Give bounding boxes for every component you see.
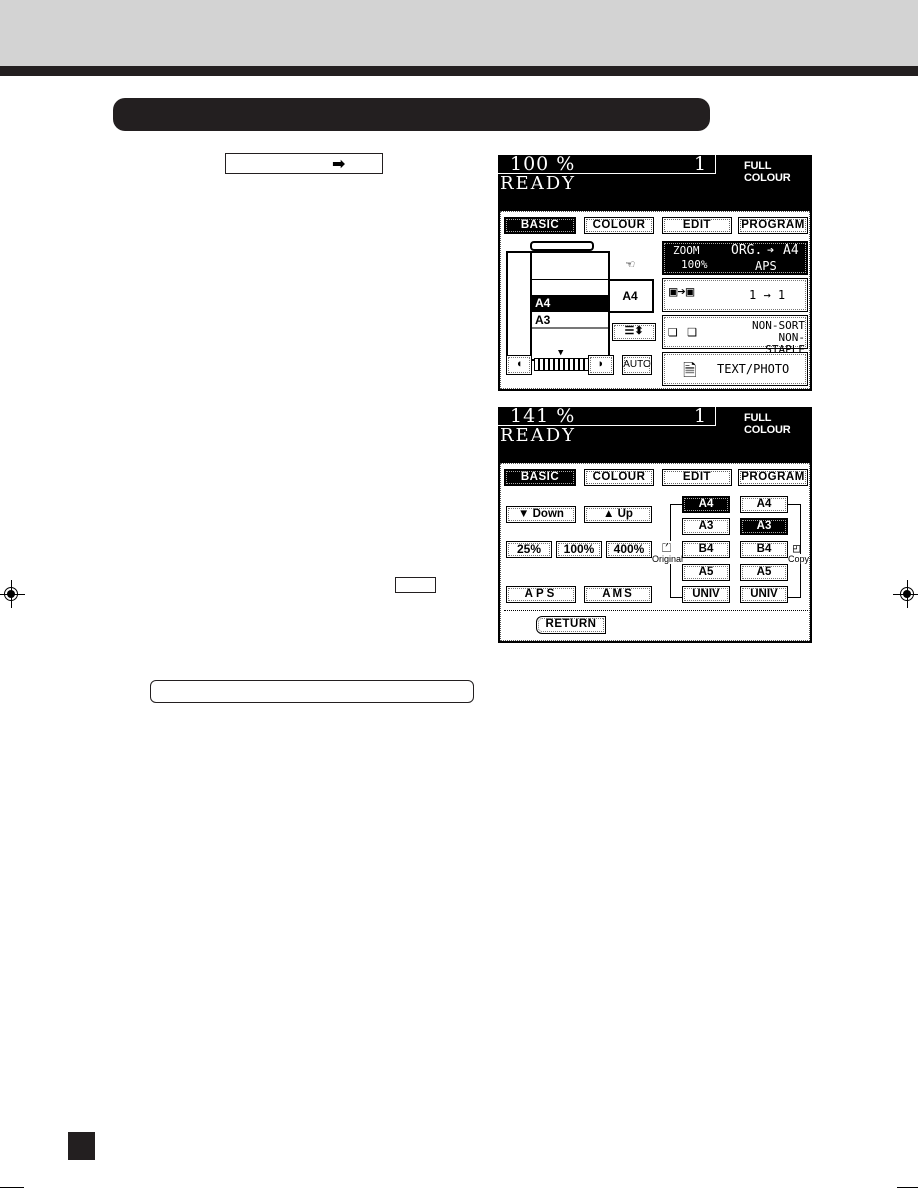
density-lighter-button[interactable]: ◖ (506, 355, 532, 375)
cassette-a3[interactable]: A3 (532, 312, 608, 329)
registration-mark-right-icon (893, 580, 918, 608)
copy-count: 1 (694, 405, 707, 427)
return-button[interactable]: RETURN (536, 616, 606, 634)
sort-icon: ❏ ❑ (668, 321, 697, 340)
duplex-button[interactable]: ▣➔▣ 1 → 1 (662, 278, 808, 312)
auto-density-button[interactable]: AUTO (622, 355, 652, 375)
page-number-tab (68, 1132, 95, 1160)
header-rule (0, 66, 918, 76)
tray-select-button[interactable]: ☰⬍ (612, 323, 656, 341)
tab-basic[interactable]: BASIC (504, 217, 576, 234)
density-indicator-icon: ▼ (558, 348, 564, 358)
tab-program[interactable]: PROGRAM (738, 217, 808, 234)
finisher-button[interactable]: ❏ ❑ NON-SORT NON-STAPLE (662, 315, 808, 356)
tab-basic[interactable]: BASIC (504, 469, 576, 486)
status-message: READY (500, 173, 577, 194)
status-display: 141 % 1 FULL COLOUR READY (498, 407, 812, 463)
original-label: Original (652, 554, 684, 564)
note-box (150, 680, 474, 703)
org-arrow-icon: ➔ (767, 243, 775, 257)
registration-mark-left-icon (0, 580, 25, 608)
lcd-screen-basic: 100 % 1 FULL COLOUR READY BASIC COLOUR E… (498, 155, 812, 391)
status-message: READY (500, 425, 577, 446)
image-mode-button[interactable]: 🗎 TEXT/PHOTO (662, 352, 808, 386)
original-size-a3[interactable]: A3 (682, 518, 730, 535)
zoom-paper-button[interactable]: ZOOM 100% ORG. ➔ A4 APS (662, 241, 808, 275)
scanner-lid (530, 241, 594, 251)
tab-colour[interactable]: COLOUR (584, 217, 654, 234)
colour-mode: FULL COLOUR (744, 412, 791, 436)
copy-size-univ[interactable]: UNIV (740, 586, 788, 603)
tab-colour[interactable]: COLOUR (584, 469, 654, 486)
aps-button[interactable]: APS (506, 586, 576, 603)
zoom-down-button[interactable]: ▼ Down (506, 506, 576, 523)
status-display: 100 % 1 FULL COLOUR READY (498, 155, 812, 211)
duplex-icon: ▣➔▣ (669, 284, 695, 300)
copy-size-b4[interactable]: B4 (740, 541, 788, 558)
cassette-a4[interactable]: A4 (532, 295, 608, 312)
original-size-a4[interactable]: A4 (682, 496, 730, 513)
basic-panel: BASIC COLOUR EDIT PROGRAM A4 A3 A4 ☜ ☰⬍ … (498, 211, 812, 391)
header-band (0, 0, 918, 66)
ams-button[interactable]: AMS (584, 586, 652, 603)
copy-paper-icon: ◰ (793, 541, 801, 555)
manual-feed-hand-icon: ☜ (626, 257, 635, 273)
preset-100-button[interactable]: 100% (556, 541, 602, 558)
zoom-up-button[interactable]: ▲ Up (584, 506, 652, 523)
section-title-bar (113, 98, 710, 131)
right-arrow-icon: ➡ (332, 154, 346, 173)
original-size-univ[interactable]: UNIV (682, 586, 730, 603)
copy-size-a5[interactable]: A5 (740, 564, 788, 581)
zoom-readout: 100 % (510, 153, 576, 175)
tab-program[interactable]: PROGRAM (738, 469, 808, 486)
original-size-b4[interactable]: B4 (682, 541, 730, 558)
key-reference-box (395, 577, 436, 593)
colour-mode: FULL COLOUR (744, 160, 791, 184)
step-arrow-box: ➡ (225, 153, 383, 174)
tab-edit[interactable]: EDIT (662, 217, 732, 234)
bypass-tray[interactable]: A4 (608, 279, 654, 313)
lcd-screen-zoom: 141 % 1 FULL COLOUR READY BASIC COLOUR E… (498, 407, 812, 643)
divider (504, 610, 808, 611)
original-size-a5[interactable]: A5 (682, 564, 730, 581)
copy-size-a3[interactable]: A3 (740, 518, 788, 535)
zoom-panel: BASIC COLOUR EDIT PROGRAM ▼ Down ▲ Up 25… (498, 463, 812, 643)
preset-25-button[interactable]: 25% (506, 541, 552, 558)
copy-label: Copy (788, 554, 810, 564)
tab-edit[interactable]: EDIT (662, 469, 732, 486)
text-photo-icon: 🗎 (683, 361, 697, 381)
density-scale[interactable] (534, 358, 588, 371)
density-darker-button[interactable]: ◗ (588, 355, 614, 375)
copy-size-a4[interactable]: A4 (740, 496, 788, 513)
preset-400-button[interactable]: 400% (606, 541, 652, 558)
zoom-readout: 141 % (510, 405, 576, 427)
copy-count: 1 (694, 153, 707, 175)
